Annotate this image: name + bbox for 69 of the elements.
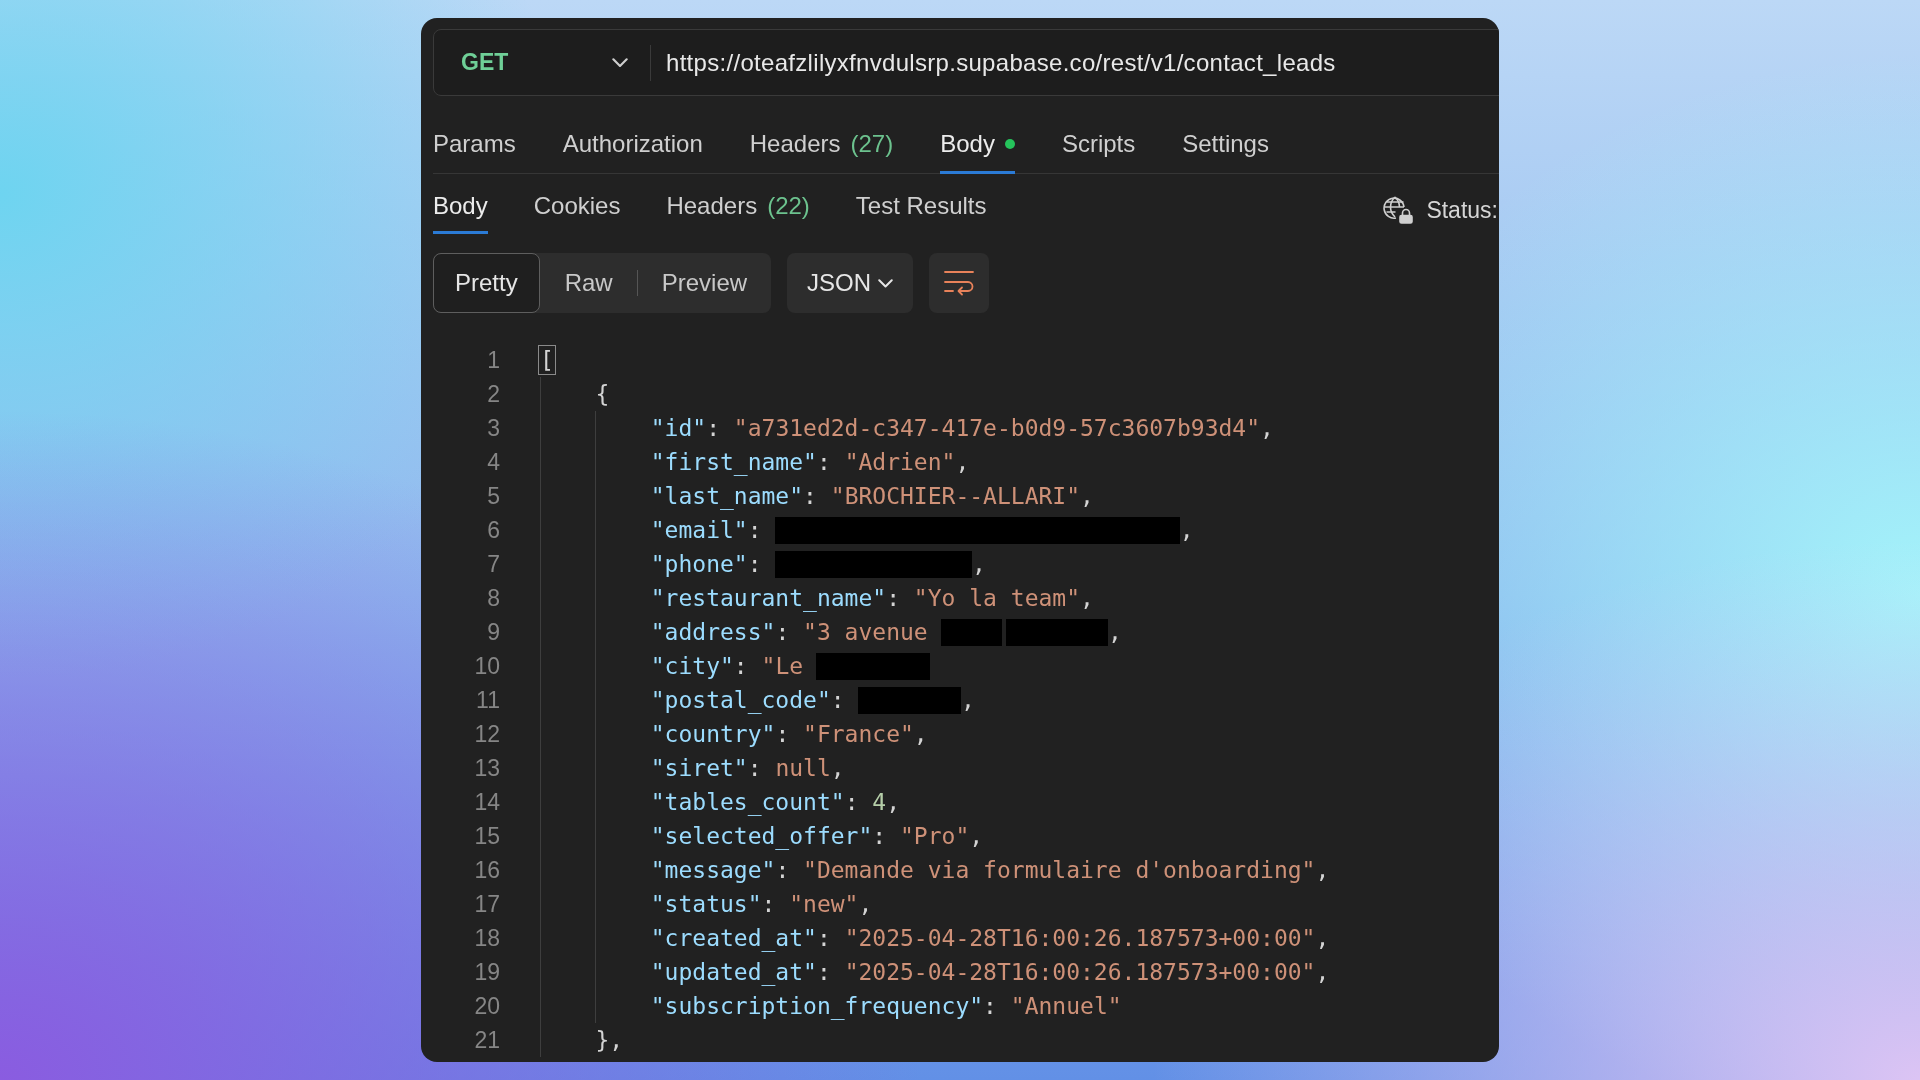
line-number: 16 (473, 856, 500, 884)
line-number: 18 (473, 924, 500, 952)
code-text: "siret": null, (650, 755, 845, 781)
response-tab[interactable]: Headers (22) (666, 192, 810, 234)
globe-lock-icon (1383, 196, 1414, 224)
code-text: "message": "Demande via formulaire d'onboarding", (650, 857, 1330, 883)
chevron-down-icon (878, 278, 894, 288)
line-number: 14 (473, 788, 500, 816)
response-tab[interactable]: Test Results (855, 192, 987, 234)
wrap-lines-icon (944, 270, 975, 296)
method-dropdown[interactable]: GET (434, 30, 650, 95)
code-text: "address": "3 avenue (650, 619, 928, 645)
code-text: "tables_count": 4, (650, 789, 901, 815)
response-tab[interactable]: Cookies (533, 192, 621, 234)
line-number: 13 (473, 754, 500, 782)
request-tab[interactable]: Headers (27) (749, 130, 894, 174)
code-text: "selected_offer": "Pro", (650, 823, 984, 849)
code-text: , (972, 551, 986, 577)
code-text: }, (595, 1027, 624, 1053)
code-text: "restaurant_name": "Yo la team", (650, 585, 1094, 611)
code-text: "updated_at": "2025-04-28T16:00:26.187573+00:00", (650, 959, 1330, 985)
format-dropdown[interactable]: JSON (787, 253, 914, 313)
request-tab[interactable]: Scripts (1061, 130, 1136, 174)
code-text: , (960, 687, 975, 713)
line-number: 19 (473, 958, 500, 986)
line-number: 9 (486, 618, 500, 646)
request-tab[interactable]: Settings (1182, 130, 1269, 174)
code-text: , (1179, 517, 1194, 543)
code-text: "city": "Le (650, 653, 804, 679)
status-label: Status: (1426, 196, 1498, 224)
line-number: 5 (486, 482, 500, 510)
code-text: [ (540, 347, 554, 373)
redaction-block (940, 618, 1002, 646)
request-tab[interactable]: Authorization (562, 130, 703, 174)
code-text: , (1108, 619, 1122, 645)
response-tab[interactable]: Body (433, 192, 488, 234)
chevron-down-icon (612, 57, 628, 68)
code-text: { (595, 381, 610, 407)
line-number: 10 (473, 652, 500, 680)
code-text: "email": (650, 517, 763, 543)
code-text: "status": "new", (650, 891, 873, 917)
url-field[interactable]: https://oteafzlilyxfnvdulsrp.supabase.co/rest/v1/contact_leads (651, 48, 1499, 77)
line-number: 3 (486, 414, 500, 442)
line-number: 21 (473, 1026, 500, 1054)
view-mode-button[interactable]: Pretty (433, 253, 540, 313)
line-number: 20 (473, 992, 500, 1020)
line-number: 17 (473, 890, 500, 918)
code-text: "last_name": "BROCHIER--ALLARI", (650, 483, 1094, 509)
line-number: 15 (473, 822, 500, 850)
code-text: "postal_code": (650, 687, 846, 713)
view-mode-button[interactable]: Preview (637, 253, 772, 313)
request-tab[interactable]: Params (433, 130, 516, 174)
code-text: "id": "a731ed2d-c347-417e-b0d9-57c3607b93d4", (650, 415, 1274, 441)
line-number: 12 (473, 720, 500, 748)
code-text: "created_at": "2025-04-28T16:00:26.187573+00:00", (650, 925, 1330, 951)
line-number: 11 (475, 686, 500, 714)
request-tab[interactable]: Body (940, 130, 1015, 174)
code-text: "subscription_frequency": "Annuel" (650, 993, 1122, 1019)
line-number: 1 (486, 346, 500, 374)
line-number: 4 (486, 448, 500, 476)
line-number: 2 (486, 380, 500, 408)
line-number: 6 (486, 516, 500, 544)
wrap-button[interactable] (929, 253, 990, 313)
code-text: "first_name": "Adrien", (650, 449, 970, 475)
line-number: 7 (486, 550, 500, 578)
line-number: 8 (486, 584, 500, 612)
code-text: "country": "France", (650, 721, 928, 747)
code-text: "phone": (650, 551, 763, 577)
view-mode-button[interactable]: Raw (540, 253, 637, 313)
